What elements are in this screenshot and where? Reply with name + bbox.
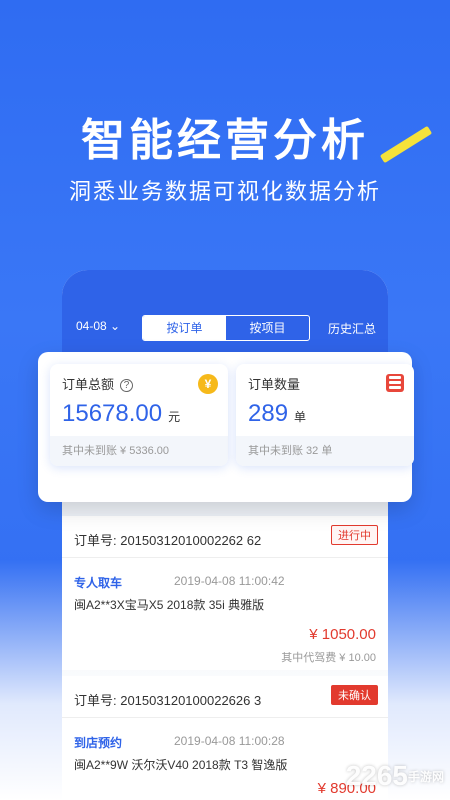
order-number: 订单号: 201503120100022626 3 [74,693,262,708]
car-info: 闽A2**9W 沃尔沃V40 2018款 T3 智逸版 [74,758,288,772]
service-type: 专人取车 [74,576,123,590]
stat-unit: 单 [294,410,307,424]
site-watermark: 2265手游网 [345,760,444,791]
tab-by-project[interactable]: 按项目 [226,316,309,340]
order-card[interactable]: 订单号: 201503120100022626 3 未确认 到店预约 2019-… [62,676,388,800]
order-time: 2019-04-08 11:00:28 [174,734,285,748]
order-card-body: 专人取车 2019-04-08 11:00:42 闽A2**3X宝马X5 201… [62,558,388,670]
tab-by-order[interactable]: 按订单 [143,316,226,340]
coin-icon: ¥ [198,374,218,394]
date-label: 04-08 [76,319,107,333]
order-count-card[interactable]: 订单数量 289 单 其中未到账 32 单 [236,364,414,466]
stat-title: 订单数量 [248,377,301,392]
order-total-card[interactable]: 订单总额? ¥ 15678.00 元 其中未到账 ¥ 5336.00 [50,364,228,466]
stats-panel: 订单总额? ¥ 15678.00 元 其中未到账 ¥ 5336.00 订单数量 2… [38,352,414,502]
promo-subline: 洞悉业务数据可视化数据分析 [68,179,381,204]
history-summary-link[interactable]: 历史汇总 [328,320,376,337]
filter-bar: 04-08 ⌄ 按订单 按项目 历史汇总 [62,315,388,343]
driver-fee: 其中代驾费 ¥ 10.00 [281,652,376,664]
car-info: 闽A2**3X宝马X5 2018款 35i 典雅版 [74,598,265,612]
date-selector[interactable]: 04-08 ⌄ [76,319,120,333]
order-card-body: 到店预约 2019-04-08 11:00:28 闽A2**9W 沃尔沃V40 … [62,718,388,800]
stat-unit: 元 [168,410,181,424]
order-card-header: 订单号: 20150312010002262 62 进行中 [62,516,388,558]
status-badge: 未确认 [331,685,378,705]
order-card-header: 订单号: 201503120100022626 3 未确认 [62,676,388,718]
order-card[interactable]: 订单号: 20150312010002262 62 进行中 专人取车 2019-… [62,516,388,670]
order-time: 2019-04-08 11:00:42 [174,574,285,588]
order-price: ¥ 1050.00 [309,626,376,643]
stat-footnote: 其中未到账 32 单 [236,436,414,466]
status-badge: 进行中 [331,525,378,545]
view-toggle: 按订单 按项目 [142,315,310,341]
service-type: 到店预约 [74,736,123,750]
order-number: 订单号: 20150312010002262 62 [74,533,262,548]
chevron-down-icon: ⌄ [110,319,121,333]
stat-value: 289 单 [248,400,307,427]
promo-headline: 智能经营分析 [81,116,369,165]
stat-title: 订单总额? [62,374,134,393]
stat-value: 15678.00 元 [62,400,181,427]
stat-footnote: 其中未到账 ¥ 5336.00 [50,436,228,466]
list-icon [386,374,404,392]
help-icon[interactable]: ? [120,379,134,392]
